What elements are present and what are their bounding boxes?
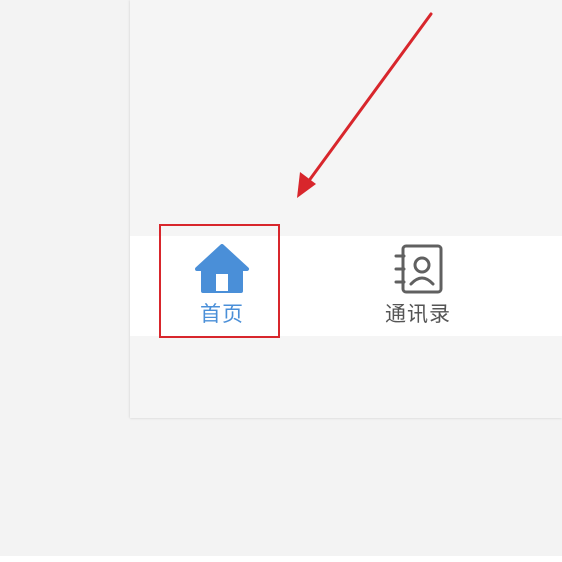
app-frame: 首页 通讯录 bbox=[130, 0, 562, 418]
bottom-edge bbox=[0, 556, 562, 562]
screenshot-root: { "tabbar": { "tabs": [ { "id": "home", … bbox=[0, 0, 562, 562]
tab-contacts[interactable]: 通讯录 bbox=[348, 236, 488, 336]
contacts-book-icon bbox=[390, 244, 446, 302]
tab-home[interactable]: 首页 bbox=[160, 236, 284, 336]
home-icon bbox=[194, 244, 250, 298]
tab-contacts-label: 通讯录 bbox=[385, 302, 451, 326]
tab-home-label: 首页 bbox=[200, 302, 244, 326]
bottom-tab-bar: 首页 通讯录 bbox=[130, 236, 562, 336]
